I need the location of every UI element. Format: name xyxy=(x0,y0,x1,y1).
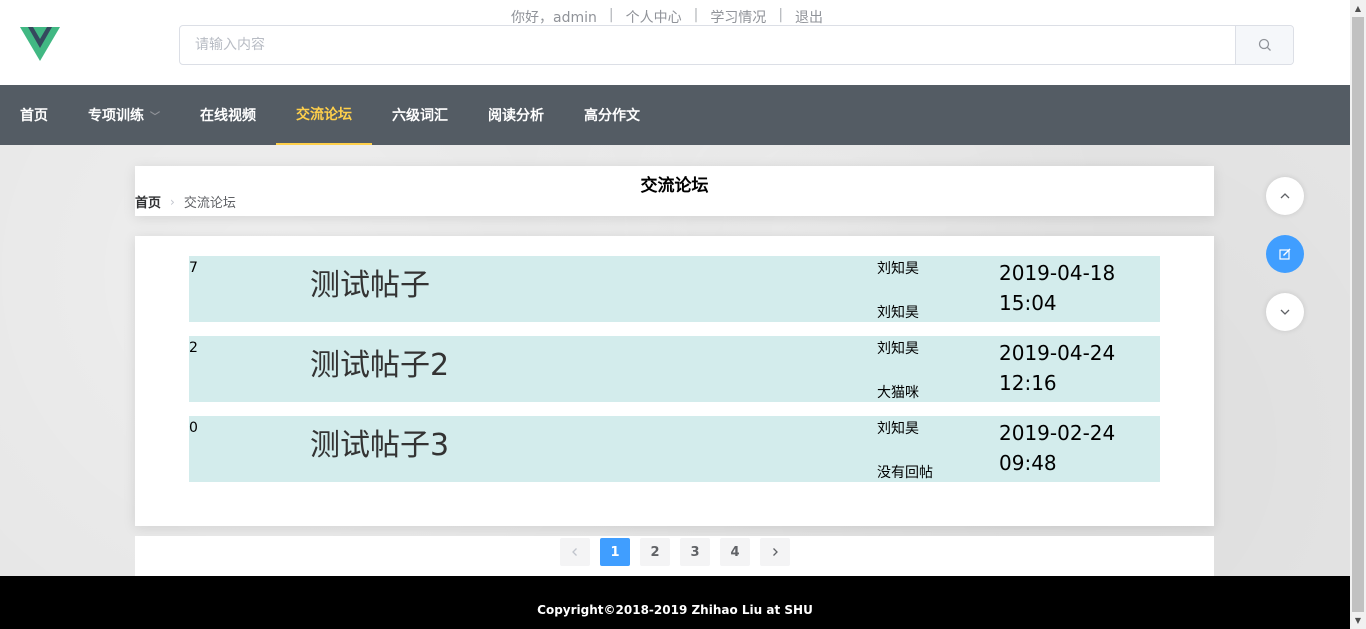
scroll-top-button[interactable] xyxy=(1266,177,1304,215)
nav-item-forum[interactable]: 交流论坛 xyxy=(276,85,372,145)
nav-label: 首页 xyxy=(20,108,48,124)
separator: | xyxy=(778,7,784,23)
page-button-4[interactable]: 4 xyxy=(720,538,750,566)
post-list: 7 测试帖子 刘知昊 刘知昊 2019-04-18 15:04 2 测试帖子2 … xyxy=(135,236,1214,526)
user-links: 你好，admin | 个人中心 | 学习情况 | 退出 xyxy=(511,7,823,27)
chevron-down-icon xyxy=(1280,309,1290,315)
chevron-up-icon xyxy=(1280,193,1290,199)
post-row[interactable]: 2 测试帖子2 刘知昊 大猫咪 2019-04-24 12:16 xyxy=(189,336,1160,402)
logout-link[interactable]: 退出 xyxy=(795,7,823,27)
post-title[interactable]: 测试帖子 xyxy=(310,260,430,304)
scrollbar-thumb[interactable] xyxy=(1352,17,1364,612)
separator: | xyxy=(693,7,699,23)
search-icon xyxy=(1258,38,1271,51)
breadcrumb-home[interactable]: 首页 xyxy=(135,192,161,211)
copyright-text: Copyright©2018-2019 Zhihao Liu at SHU xyxy=(537,603,813,617)
post-time: 2019-04-18 15:04 xyxy=(999,258,1139,318)
greeting-text: 你好，admin xyxy=(511,10,597,26)
last-replier: 没有回帖 xyxy=(877,465,933,481)
edit-icon xyxy=(1279,248,1291,260)
page-button-1[interactable]: 1 xyxy=(600,538,630,566)
separator: | xyxy=(608,7,614,23)
page-title: 交流论坛 xyxy=(640,176,709,196)
chevron-down-icon: ﹀ xyxy=(150,111,160,123)
post-title[interactable]: 测试帖子2 xyxy=(310,340,449,384)
reply-count: 2 xyxy=(189,340,198,356)
search-button[interactable] xyxy=(1235,26,1293,64)
nav-item-special-training[interactable]: 专项训练 ﹀ xyxy=(68,85,180,145)
title-card: 交流论坛 首页 › 交流论坛 xyxy=(135,166,1214,216)
page-button-2[interactable]: 2 xyxy=(640,538,670,566)
search-input[interactable] xyxy=(180,26,1235,64)
page-button-3[interactable]: 3 xyxy=(680,538,710,566)
nav-label: 交流论坛 xyxy=(296,107,352,123)
breadcrumb: 首页 › 交流论坛 xyxy=(135,192,236,212)
nav-label: 阅读分析 xyxy=(488,108,544,124)
post-title[interactable]: 测试帖子3 xyxy=(310,420,449,464)
main-nav: 首页 专项训练 ﹀ 在线视频 交流论坛 六级词汇 阅读分析 高分作文 xyxy=(0,85,1350,145)
post-clock: 12:16 xyxy=(999,371,1057,395)
profile-link[interactable]: 个人中心 xyxy=(626,7,682,27)
nav-item-home[interactable]: 首页 xyxy=(0,85,68,145)
chevron-right-icon xyxy=(773,548,778,556)
post-author: 刘知昊 xyxy=(877,261,919,277)
study-status-link[interactable]: 学习情况 xyxy=(710,7,766,27)
search-bar xyxy=(179,25,1294,65)
post-time: 2019-04-24 12:16 xyxy=(999,338,1139,398)
scroll-up-arrow-icon[interactable]: ▲ xyxy=(1350,0,1366,17)
chevron-right-icon: › xyxy=(170,194,175,209)
post-date: 2019-04-24 xyxy=(999,341,1116,365)
pagination-bar: 1 2 3 4 xyxy=(135,536,1214,576)
nav-item-essays[interactable]: 高分作文 xyxy=(564,85,660,145)
header: 你好，admin | 个人中心 | 学习情况 | 退出 xyxy=(0,0,1350,85)
nav-item-reading-analysis[interactable]: 阅读分析 xyxy=(468,85,564,145)
new-post-button[interactable] xyxy=(1266,235,1304,273)
nav-label: 六级词汇 xyxy=(392,108,448,124)
next-page-button[interactable] xyxy=(760,538,790,566)
post-row[interactable]: 7 测试帖子 刘知昊 刘知昊 2019-04-18 15:04 xyxy=(189,256,1160,322)
chevron-left-icon xyxy=(572,548,577,556)
prev-page-button[interactable] xyxy=(560,538,590,566)
nav-item-vocabulary[interactable]: 六级词汇 xyxy=(372,85,468,145)
post-time: 2019-02-24 09:48 xyxy=(999,418,1139,478)
post-date: 2019-02-24 xyxy=(999,421,1116,445)
footer: Copyright©2018-2019 Zhihao Liu at SHU xyxy=(0,576,1350,629)
reply-count: 0 xyxy=(189,420,198,436)
reply-count: 7 xyxy=(189,260,198,276)
breadcrumb-current: 交流论坛 xyxy=(183,196,236,211)
nav-label: 在线视频 xyxy=(200,108,256,124)
post-row[interactable]: 0 测试帖子3 刘知昊 没有回帖 2019-02-24 09:48 xyxy=(189,416,1160,482)
nav-label: 专项训练 xyxy=(88,108,144,124)
post-author: 刘知昊 xyxy=(877,341,919,357)
last-replier: 刘知昊 xyxy=(877,305,919,321)
nav-item-online-video[interactable]: 在线视频 xyxy=(180,85,276,145)
pagination: 1 2 3 4 xyxy=(560,538,790,566)
post-clock: 09:48 xyxy=(999,451,1057,475)
last-replier: 大猫咪 xyxy=(877,385,919,401)
vue-logo-icon[interactable] xyxy=(20,27,60,63)
scroll-down-arrow-icon[interactable]: ▼ xyxy=(1350,612,1366,629)
post-author: 刘知昊 xyxy=(877,421,919,437)
post-clock: 15:04 xyxy=(999,291,1057,315)
scroll-bottom-button[interactable] xyxy=(1266,293,1304,331)
nav-label: 高分作文 xyxy=(584,108,640,124)
post-date: 2019-04-18 xyxy=(999,261,1116,285)
